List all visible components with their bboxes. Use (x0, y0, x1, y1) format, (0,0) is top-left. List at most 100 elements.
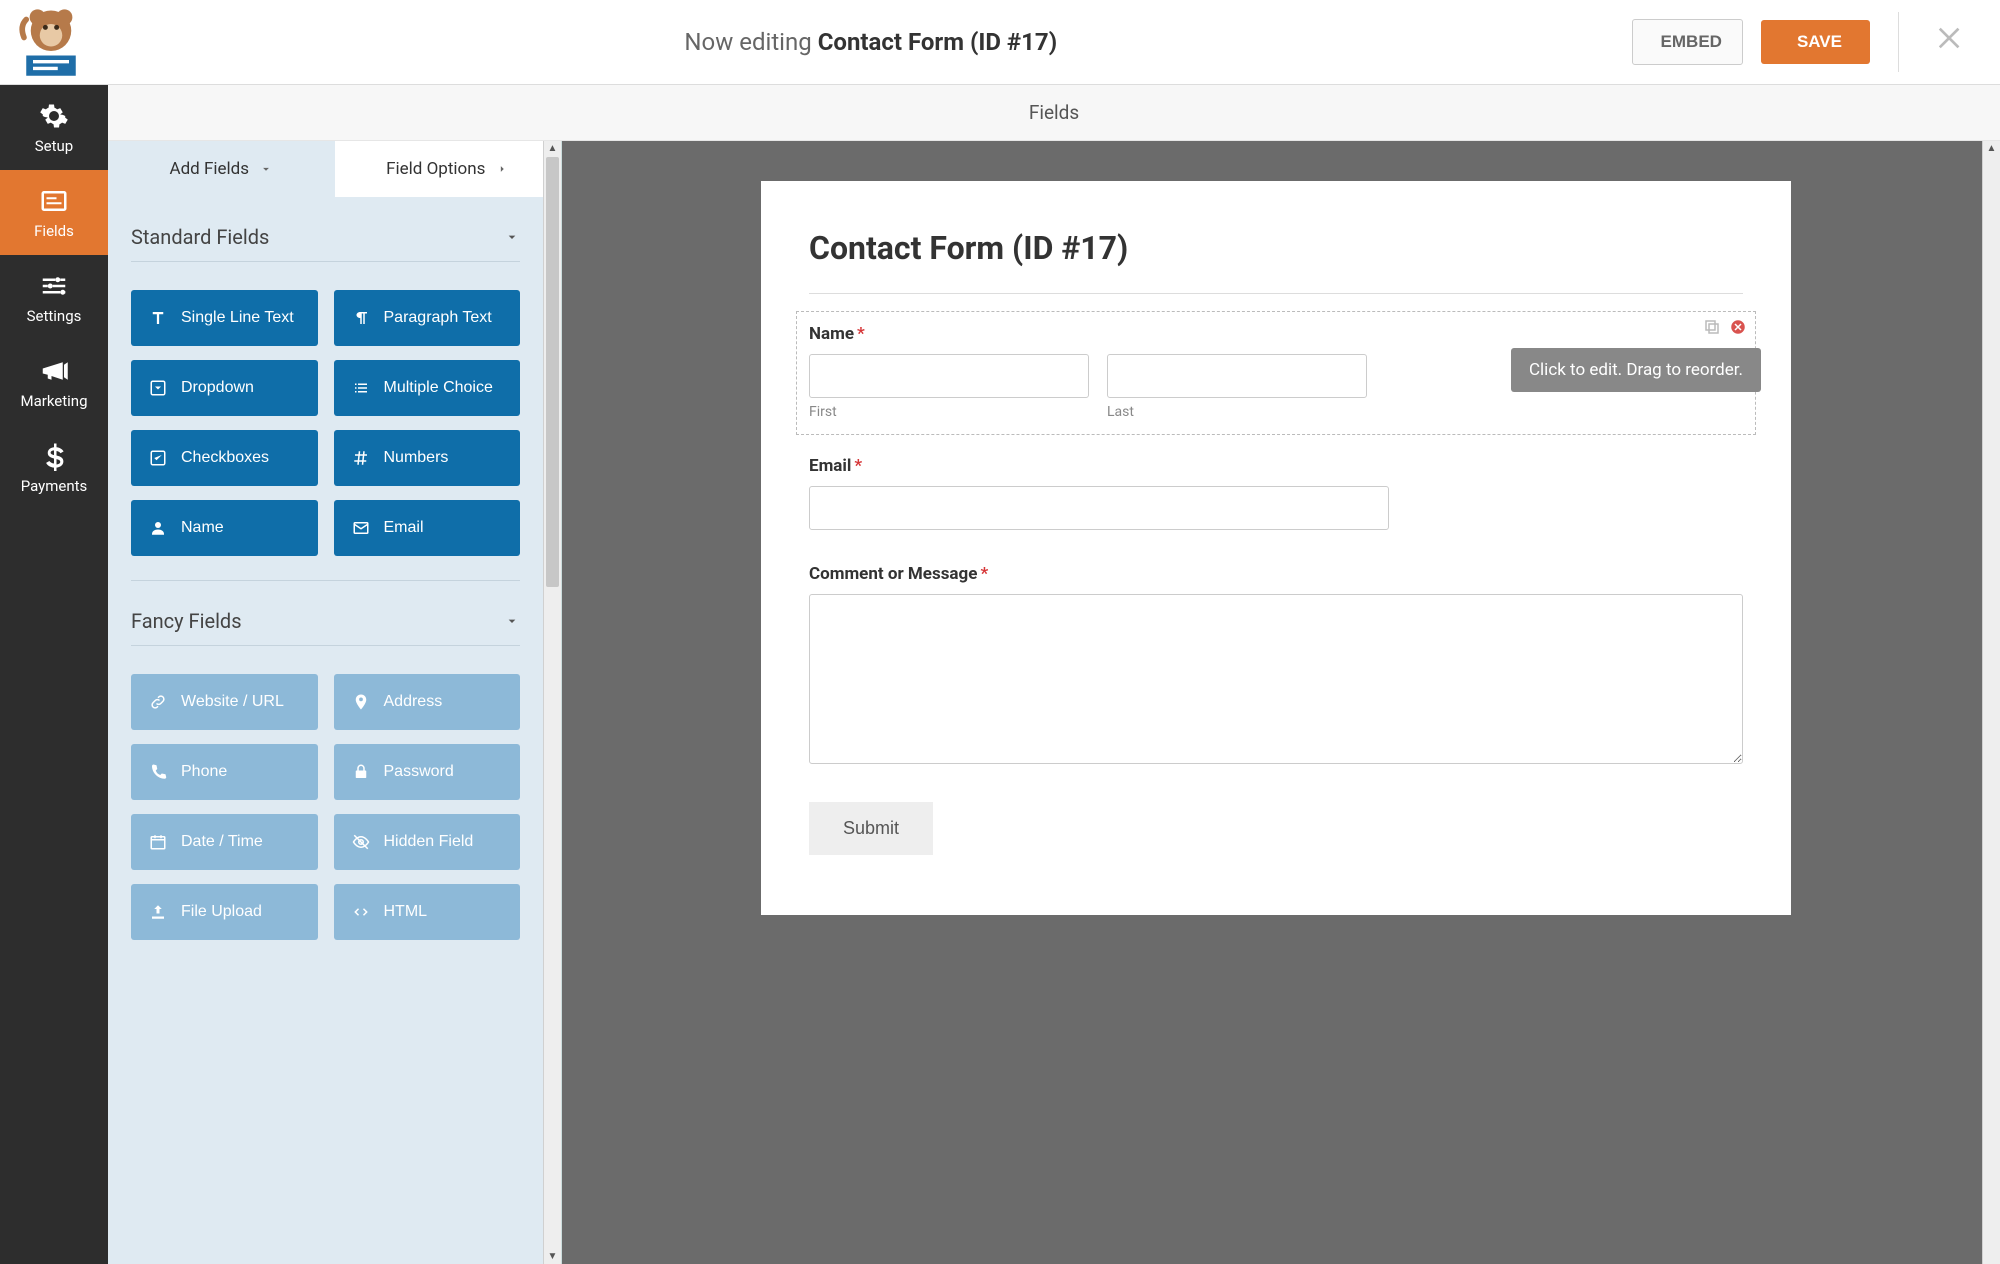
wpforms-logo-icon (15, 6, 87, 78)
email-input[interactable] (809, 486, 1389, 530)
message-label: Comment or Message* (809, 564, 1743, 584)
close-icon (1935, 22, 1967, 54)
check-square-icon (149, 449, 167, 467)
dollar-icon (39, 441, 69, 471)
field-date-time[interactable]: Date / Time (131, 814, 318, 870)
section-title: Standard Fields (131, 225, 269, 249)
user-icon (149, 519, 167, 537)
scroll-up-icon[interactable]: ▲ (544, 141, 561, 156)
preview-field-email[interactable]: Email* (809, 456, 1743, 530)
side-nav: Setup Fields Settings Marketing Payments (0, 85, 108, 1264)
preview-field-message[interactable]: Comment or Message* (809, 564, 1743, 768)
editing-title: Now editing Contact Form (ID #17) (110, 28, 1632, 56)
upload-icon (149, 903, 167, 921)
left-scrollbar[interactable]: ▲ ▼ (543, 141, 561, 1264)
list-icon (352, 379, 370, 397)
tab-label: Field Options (386, 159, 485, 179)
eye-slash-icon (352, 833, 370, 851)
field-password[interactable]: Password (334, 744, 521, 800)
field-label: Single Line Text (181, 309, 294, 327)
logo-wrap (15, 6, 110, 78)
field-hidden[interactable]: Hidden Field (334, 814, 521, 870)
topbar-actions: EMBED SAVE (1632, 12, 1975, 72)
field-label: Address (384, 693, 443, 711)
tab-field-options[interactable]: Field Options (335, 141, 562, 197)
field-single-line-text[interactable]: Single Line Text (131, 290, 318, 346)
sidenav-item-fields[interactable]: Fields (0, 170, 108, 255)
lock-icon (352, 763, 370, 781)
preview-scrollbar[interactable]: ▲ (1982, 141, 2000, 1264)
message-textarea[interactable] (809, 594, 1743, 764)
field-file-upload[interactable]: File Upload (131, 884, 318, 940)
label-text: Email (809, 456, 851, 476)
bullhorn-icon (39, 356, 69, 386)
scroll-thumb[interactable] (546, 157, 559, 587)
chevron-down-icon (259, 162, 273, 176)
paragraph-icon (352, 309, 370, 327)
field-phone[interactable]: Phone (131, 744, 318, 800)
embed-button[interactable]: EMBED (1632, 19, 1743, 65)
section-title: Fancy Fields (131, 609, 242, 633)
tab-add-fields[interactable]: Add Fields (108, 141, 335, 197)
save-label: SAVE (1797, 32, 1842, 52)
sidenav-item-settings[interactable]: Settings (0, 255, 108, 340)
hash-icon (352, 449, 370, 467)
duplicate-icon[interactable] (1703, 318, 1721, 336)
subheader: Fields (108, 85, 2000, 141)
field-html[interactable]: HTML (334, 884, 521, 940)
field-name[interactable]: Name (131, 500, 318, 556)
edit-tooltip: Click to edit. Drag to reorder. (1511, 348, 1761, 392)
scroll-down-icon[interactable]: ▼ (544, 1249, 561, 1264)
sidenav-item-payments[interactable]: Payments (0, 425, 108, 510)
chevron-right-icon (495, 162, 509, 176)
sidenav-label: Setup (35, 137, 73, 155)
close-button[interactable] (1927, 22, 1975, 62)
last-name-input[interactable] (1107, 354, 1367, 398)
map-pin-icon (352, 693, 370, 711)
first-name-input[interactable] (809, 354, 1089, 398)
field-numbers[interactable]: Numbers (334, 430, 521, 486)
envelope-icon (352, 519, 370, 537)
chevron-down-icon (504, 613, 520, 629)
sidenav-item-setup[interactable]: Setup (0, 85, 108, 170)
sidenav-item-marketing[interactable]: Marketing (0, 340, 108, 425)
required-asterisk: * (857, 324, 865, 344)
save-button[interactable]: SAVE (1761, 20, 1870, 64)
field-paragraph-text[interactable]: Paragraph Text (334, 290, 521, 346)
field-multiple-choice[interactable]: Multiple Choice (334, 360, 521, 416)
sliders-icon (39, 271, 69, 301)
field-label: HTML (384, 903, 428, 921)
label-text: Comment or Message (809, 564, 977, 584)
embed-label: EMBED (1661, 32, 1722, 52)
form-icon (39, 186, 69, 216)
delete-icon[interactable] (1729, 318, 1747, 336)
section-fancy-fields[interactable]: Fancy Fields (131, 581, 520, 646)
field-label: Email (384, 519, 424, 537)
form-preview[interactable]: Contact Form (ID #17) Click to edit. Dra… (761, 181, 1791, 915)
submit-button[interactable]: Submit (809, 802, 933, 855)
sidenav-label: Fields (34, 222, 74, 240)
label-text: Name (809, 324, 854, 344)
field-dropdown[interactable]: Dropdown (131, 360, 318, 416)
field-email[interactable]: Email (334, 500, 521, 556)
name-label: Name* (809, 324, 1743, 344)
gear-icon (39, 101, 69, 131)
field-label: Checkboxes (181, 449, 269, 467)
last-sublabel: Last (1107, 404, 1367, 420)
field-label: Hidden Field (384, 833, 474, 851)
scroll-up-icon[interactable]: ▲ (1983, 141, 2000, 156)
field-hover-actions (1703, 318, 1747, 336)
panel-tabs: Add Fields Field Options (108, 141, 561, 197)
field-label: Paragraph Text (384, 309, 492, 327)
subheader-label: Fields (1029, 101, 1079, 124)
sidenav-label: Marketing (20, 392, 87, 410)
field-address[interactable]: Address (334, 674, 521, 730)
field-website-url[interactable]: Website / URL (131, 674, 318, 730)
chevron-down-icon (504, 229, 520, 245)
section-standard-fields[interactable]: Standard Fields (131, 197, 520, 262)
preview-area: Contact Form (ID #17) Click to edit. Dra… (562, 141, 2000, 1264)
code-icon (352, 903, 370, 921)
field-checkboxes[interactable]: Checkboxes (131, 430, 318, 486)
preview-field-name[interactable]: Click to edit. Drag to reorder. Name* Fi… (796, 311, 1756, 435)
sidenav-label: Settings (27, 307, 82, 325)
